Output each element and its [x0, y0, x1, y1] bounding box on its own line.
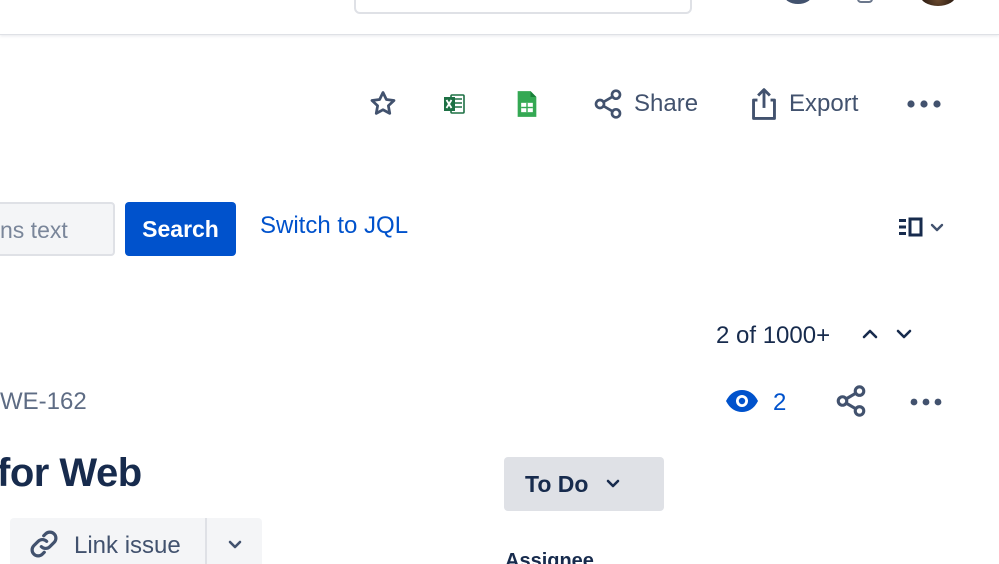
- status-transition-button[interactable]: To Do: [504, 457, 664, 511]
- notifications-icon[interactable]: [857, 0, 873, 3]
- chevron-down-icon: [930, 220, 944, 238]
- export-excel-button[interactable]: [442, 84, 466, 124]
- link-issue-button[interactable]: Link issue: [10, 518, 205, 564]
- previous-issue-button[interactable]: [859, 325, 881, 347]
- issue-navigator-page: Share Export ns text Search Switch to JQ…: [0, 0, 999, 564]
- chevron-up-icon: [862, 327, 878, 345]
- google-sheets-icon: [516, 90, 538, 118]
- export-label: Export: [789, 90, 859, 117]
- link-icon: [28, 528, 60, 564]
- next-issue-button[interactable]: [893, 325, 915, 347]
- chevron-down-icon: [228, 537, 242, 555]
- more-icon: [909, 394, 943, 412]
- search-button[interactable]: Search: [125, 202, 236, 256]
- link-issue-split-button: Link issue: [10, 518, 262, 564]
- share-icon: [834, 384, 868, 423]
- issue-key-breadcrumb[interactable]: WE-162: [0, 388, 87, 416]
- help-icon[interactable]: [784, 0, 812, 4]
- link-issue-label: Link issue: [74, 532, 181, 559]
- avatar[interactable]: [920, 0, 956, 6]
- contains-text-input[interactable]: ns text: [0, 202, 115, 256]
- switch-to-jql-link[interactable]: Switch to JQL: [260, 212, 408, 240]
- detail-view-icon: [898, 216, 924, 243]
- link-issue-dropdown-button[interactable]: [207, 518, 262, 564]
- issue-summary[interactable]: for Web: [0, 451, 142, 496]
- view-switcher-button[interactable]: [898, 216, 950, 242]
- excel-icon: [442, 92, 466, 116]
- share-icon: [592, 88, 624, 120]
- watch-button[interactable]: 2: [724, 386, 786, 420]
- pager-count: 2 of 1000+: [716, 322, 831, 349]
- more-icon: [906, 99, 942, 109]
- share-label: Share: [634, 90, 699, 117]
- share-filter-button[interactable]: Share: [592, 84, 698, 124]
- issue-actions-button[interactable]: [906, 390, 946, 416]
- export-button[interactable]: Export: [749, 84, 858, 124]
- more-actions-button[interactable]: [906, 84, 942, 124]
- global-search-input[interactable]: [354, 0, 692, 14]
- eye-icon: [724, 388, 760, 419]
- status-label: To Do: [525, 470, 589, 497]
- top-navigation-bar: [0, 0, 999, 35]
- star-icon: [368, 89, 398, 119]
- export-icon: [749, 87, 779, 121]
- watchers-count: 2: [773, 389, 787, 416]
- chevron-down-icon: [606, 479, 620, 489]
- issue-share-button[interactable]: [833, 384, 869, 423]
- issue-pager: 2 of 1000+: [716, 320, 830, 352]
- export-sheets-button[interactable]: [516, 84, 538, 124]
- star-filter-button[interactable]: [368, 84, 398, 124]
- chevron-down-icon: [896, 327, 912, 345]
- assignee-field-label: Assignee: [505, 550, 594, 564]
